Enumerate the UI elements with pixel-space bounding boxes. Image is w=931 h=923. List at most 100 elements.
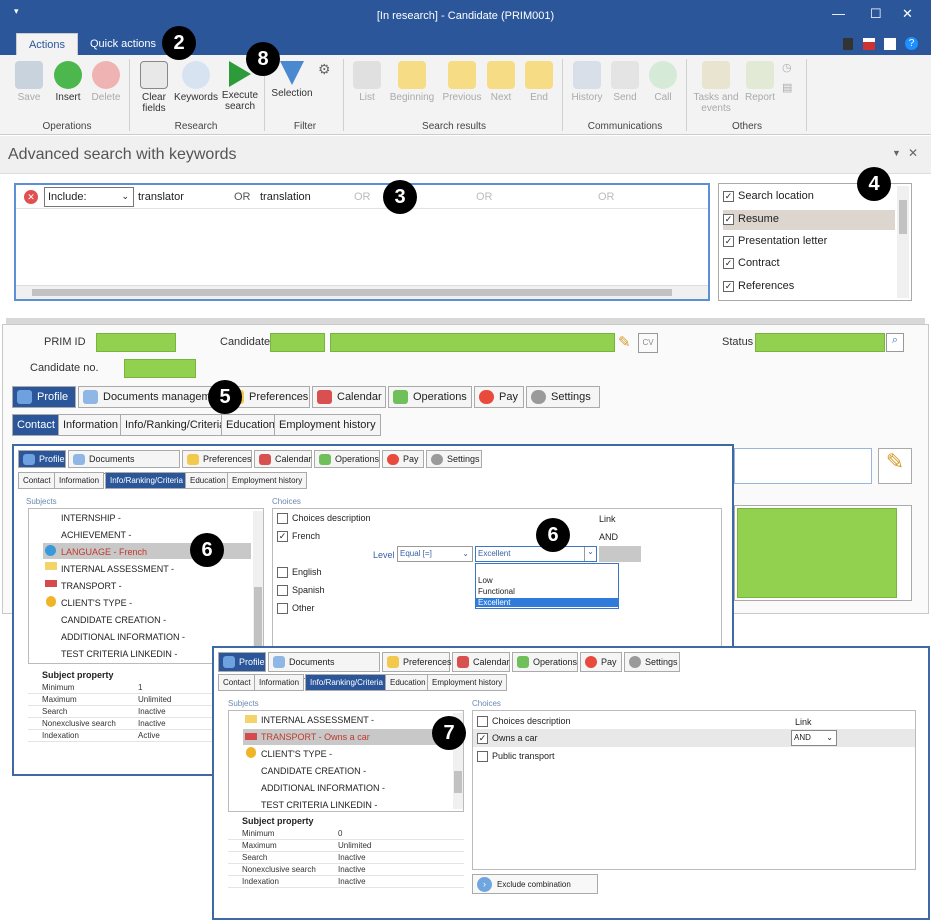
inbox-icon[interactable]: ▤ xyxy=(782,81,792,94)
subtab-employment[interactable]: Employment history xyxy=(427,674,508,691)
choice-item[interactable]: Choices description xyxy=(477,716,571,728)
vertical-scrollbar[interactable] xyxy=(897,186,909,298)
link-select[interactable]: AND ⌄ xyxy=(791,730,837,746)
subtab-information[interactable]: Information xyxy=(54,472,105,489)
checkbox[interactable]: ✓ xyxy=(723,257,734,269)
tab-pay[interactable]: Pay xyxy=(580,652,622,672)
vertical-scrollbar[interactable] xyxy=(253,511,263,661)
tab-quick-actions[interactable]: Quick actions xyxy=(80,33,166,55)
location-item[interactable]: ✓ Contract xyxy=(723,257,780,269)
next-button[interactable]: Next xyxy=(486,61,516,103)
tab-calendar[interactable]: Calendar xyxy=(312,386,386,408)
candidate-name-field[interactable] xyxy=(330,333,615,352)
location-item[interactable]: ✓ References xyxy=(723,280,794,292)
keyword-1[interactable]: translator xyxy=(138,191,184,203)
beginning-button[interactable]: Beginning xyxy=(386,61,438,103)
candidate-first-name-field[interactable] xyxy=(270,333,325,352)
close-panel-icon[interactable]: ✕ xyxy=(908,146,918,160)
subtab-education[interactable]: Education xyxy=(185,472,231,489)
tab-preferences[interactable]: Preferences xyxy=(182,450,252,468)
checkbox[interactable] xyxy=(277,567,288,579)
tab-calendar[interactable]: Calendar xyxy=(452,652,510,672)
end-button[interactable]: End xyxy=(522,61,556,103)
keyword-2[interactable]: translation xyxy=(260,191,311,203)
operator-4[interactable]: OR xyxy=(598,191,615,203)
chevron-down-icon[interactable]: ⌄ xyxy=(584,547,596,561)
subtab-ranking[interactable]: Info/Ranking/Criteria xyxy=(105,472,188,489)
tab-profile[interactable]: Profile xyxy=(18,450,66,468)
tab-preferences[interactable]: Preferences xyxy=(382,652,452,672)
tab-pay[interactable]: Pay xyxy=(474,386,524,408)
clock-icon[interactable]: ◷ xyxy=(782,61,792,74)
edit-pencil-icon[interactable]: ✎ xyxy=(878,448,912,484)
clear-fields-button[interactable]: Clear fields xyxy=(136,61,172,114)
previous-button[interactable]: Previous xyxy=(440,61,484,103)
list-item[interactable]: TEST CRITERIA LINKEDIN - xyxy=(261,800,377,810)
checkbox[interactable] xyxy=(477,716,488,728)
choice-item[interactable]: Choices description xyxy=(277,513,371,525)
tab-settings[interactable]: Settings xyxy=(526,386,600,408)
subtab-information[interactable]: Information xyxy=(254,674,305,691)
scroll-thumb[interactable] xyxy=(899,200,907,234)
operator-select[interactable]: Equal [=] ⌄ xyxy=(397,546,473,562)
dropdown-option[interactable]: Functional xyxy=(476,587,618,596)
lock-icon[interactable] xyxy=(884,38,896,50)
list-item[interactable]: CLIENT'S TYPE - xyxy=(261,749,332,759)
subtab-contact[interactable]: Contact xyxy=(18,472,56,489)
call-button[interactable]: Call xyxy=(646,61,680,103)
subtab-employment[interactable]: Employment history xyxy=(274,414,381,436)
tab-operations[interactable]: Operations xyxy=(314,450,380,468)
subtab-ranking[interactable]: Info/Ranking/Criteria xyxy=(120,414,231,436)
list-item[interactable]: INTERNAL ASSESSMENT - xyxy=(261,715,374,725)
list-item[interactable]: TRANSPORT - xyxy=(61,581,122,591)
list-item[interactable]: ADDITIONAL INFORMATION - xyxy=(261,783,385,793)
choice-item[interactable]: English xyxy=(277,567,322,579)
checkbox[interactable]: ✓ xyxy=(723,213,734,225)
operator-1[interactable]: OR xyxy=(234,191,251,203)
keywords-button[interactable]: Keywords xyxy=(172,61,220,103)
checkbox[interactable] xyxy=(477,751,488,763)
checkbox[interactable]: ✓ xyxy=(723,235,734,247)
level-select[interactable]: Excellent ⌄ xyxy=(475,546,597,562)
operator-2[interactable]: OR xyxy=(354,191,371,203)
search-icon[interactable]: ⌕ xyxy=(886,333,904,352)
choice-item[interactable]: ✓ French xyxy=(277,531,320,543)
checkbox[interactable] xyxy=(277,513,288,525)
calculator-icon[interactable] xyxy=(843,38,853,50)
help-icon[interactable]: ? xyxy=(905,37,918,50)
list-item[interactable]: LANGUAGE - French xyxy=(61,547,147,557)
maximize-button[interactable]: ☐ xyxy=(870,6,882,22)
tab-operations[interactable]: Operations xyxy=(512,652,578,672)
choice-item[interactable]: ✓ Owns a car xyxy=(477,733,538,745)
delete-button[interactable]: Delete xyxy=(88,61,124,103)
pencil-icon[interactable]: ✎ xyxy=(618,333,631,351)
horizontal-scrollbar[interactable] xyxy=(16,285,708,299)
send-button[interactable]: Send xyxy=(608,61,642,103)
tab-operations[interactable]: Operations xyxy=(388,386,472,408)
list-item[interactable]: ACHIEVEMENT - xyxy=(61,530,131,540)
notes-field[interactable] xyxy=(734,448,872,484)
list-item[interactable]: TEST CRITERIA LINKEDIN - xyxy=(61,649,177,659)
candidate-no-field[interactable] xyxy=(124,359,196,378)
remove-row-icon[interactable]: ✕ xyxy=(24,190,38,204)
tab-documents[interactable]: Documents management xyxy=(268,652,380,685)
subtab-ranking[interactable]: Info/Ranking/Criteria xyxy=(305,674,388,691)
status-field[interactable] xyxy=(755,333,885,352)
tasks-button[interactable]: Tasks and events xyxy=(692,61,740,114)
calendar-icon[interactable] xyxy=(863,38,875,50)
tab-pay[interactable]: Pay xyxy=(382,450,424,468)
exclude-combination-button[interactable]: › Exclude combination xyxy=(472,874,598,894)
choice-item[interactable]: Spanish xyxy=(277,585,325,597)
dropdown-option[interactable]: Low xyxy=(476,576,618,585)
checkbox[interactable]: ✓ xyxy=(723,280,734,292)
subtab-education[interactable]: Education xyxy=(385,674,431,691)
scroll-thumb[interactable] xyxy=(454,771,462,793)
subtab-employment[interactable]: Employment history xyxy=(227,472,308,489)
list-item[interactable]: CANDIDATE CREATION - xyxy=(261,766,366,776)
tab-settings[interactable]: Settings xyxy=(624,652,680,672)
location-item[interactable]: ✓ Search location xyxy=(723,190,814,202)
close-button[interactable]: ✕ xyxy=(902,6,913,22)
checkbox[interactable] xyxy=(277,603,288,615)
subtab-information[interactable]: Information xyxy=(58,414,124,436)
list-item[interactable]: CLIENT'S TYPE - xyxy=(61,598,132,608)
